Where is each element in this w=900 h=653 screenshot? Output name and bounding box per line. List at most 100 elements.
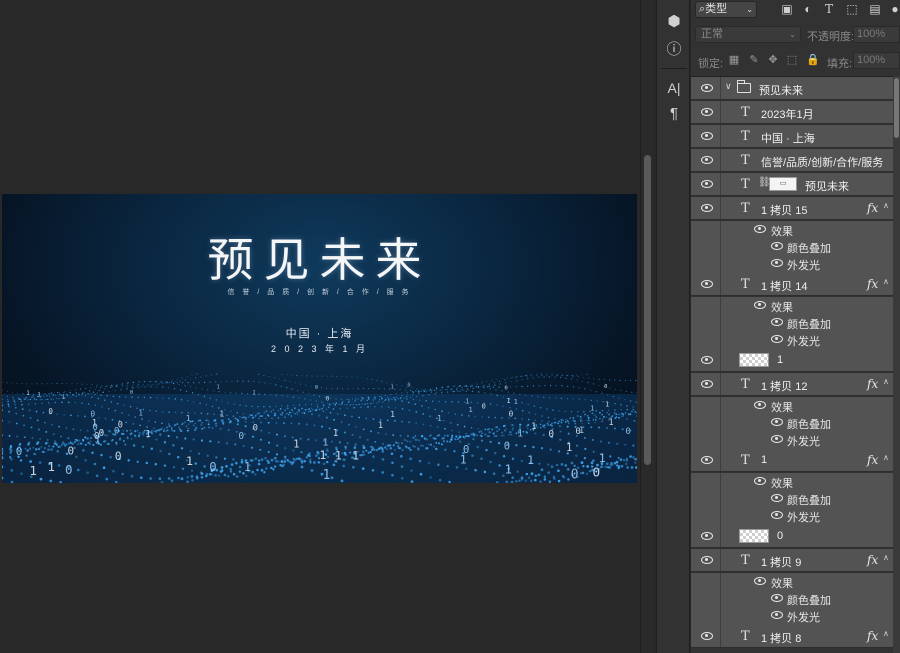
effects-row[interactable]: 效果 — [691, 297, 893, 314]
effect-item-row[interactable]: 外发光 — [691, 607, 893, 626]
effect-item-row[interactable]: 颜色叠加 — [691, 314, 893, 331]
eye-icon[interactable] — [754, 477, 766, 485]
visibility-toggle[interactable] — [691, 197, 721, 219]
layer-row[interactable]: T 1 fx ∧ — [691, 449, 893, 472]
shape-filter-icon[interactable]: ⬚ — [844, 1, 860, 17]
character-panel-icon[interactable]: A| — [663, 77, 685, 99]
eye-icon[interactable] — [771, 242, 783, 250]
layer-row[interactable]: T 1 拷贝 9 fx ∧ — [691, 549, 893, 572]
effects-row[interactable]: 效果 — [691, 397, 893, 414]
type-filter-icon[interactable]: T — [821, 1, 837, 17]
eye-icon[interactable] — [771, 494, 783, 502]
eye-icon[interactable] — [754, 577, 766, 585]
layer-group-row[interactable]: ∨ 预见未来 — [691, 77, 893, 100]
visibility-toggle[interactable] — [691, 173, 721, 195]
layer-row[interactable]: 0 — [691, 525, 893, 548]
lock-position-icon[interactable]: ✥ — [766, 53, 780, 67]
visibility-toggle[interactable] — [691, 149, 721, 171]
paragraph-icon[interactable]: ¶ — [663, 103, 685, 125]
chevron-up-icon[interactable]: ∧ — [883, 377, 889, 386]
fx-icon[interactable]: fx — [867, 629, 878, 643]
visibility-toggle[interactable] — [691, 625, 721, 647]
canvas-vertical-scrollbar[interactable] — [640, 0, 654, 653]
lock-all-icon[interactable]: 🔒 — [806, 53, 820, 67]
layer-row[interactable]: T 中国 · 上海 — [691, 125, 893, 148]
blend-mode-select[interactable]: 正常 ⌄ — [695, 26, 801, 43]
chevron-up-icon[interactable]: ∧ — [883, 201, 889, 210]
fx-icon[interactable]: fx — [867, 553, 878, 567]
chevron-up-icon[interactable]: ∧ — [883, 629, 889, 638]
layer-row[interactable]: T 2023年1月 — [691, 101, 893, 124]
eye-icon[interactable] — [754, 301, 766, 309]
info-icon[interactable]: ⓘ — [663, 39, 685, 61]
fx-icon[interactable]: fx — [867, 277, 878, 291]
layer-row[interactable]: T 1 拷贝 15 fx ∧ — [691, 197, 893, 220]
eye-icon[interactable] — [754, 225, 766, 233]
artboard-banner[interactable]: 0011101001010110100111100111011110100111… — [2, 194, 637, 483]
fx-icon[interactable]: fx — [867, 453, 878, 467]
fx-icon[interactable]: fx — [867, 201, 878, 215]
layer-row[interactable]: T ⛓ ▭ 预见未来 — [691, 173, 893, 196]
effect-item-row[interactable]: 颜色叠加 — [691, 238, 893, 255]
filter-toggle-icon[interactable]: ● — [887, 1, 900, 17]
adjustment-filter-icon[interactable]: ◐ — [800, 1, 816, 17]
eye-icon[interactable] — [771, 318, 783, 326]
fill-field[interactable]: 100% — [853, 52, 900, 69]
visibility-toggle[interactable] — [691, 77, 721, 99]
layer-row[interactable]: T 1 拷贝 8 fx ∧ — [691, 625, 893, 648]
visibility-toggle[interactable] — [691, 349, 721, 371]
chevron-up-icon[interactable]: ∧ — [883, 277, 889, 286]
eye-icon[interactable] — [771, 435, 783, 443]
effect-item-row[interactable]: 外发光 — [691, 255, 893, 274]
effects-row[interactable]: 效果 — [691, 573, 893, 590]
layer-row[interactable]: T 1 拷贝 14 fx ∧ — [691, 273, 893, 296]
smart-object-filter-icon[interactable]: ▤ — [867, 1, 883, 17]
chevron-up-icon[interactable]: ∧ — [883, 453, 889, 462]
lock-transparent-icon[interactable]: ▦ — [727, 53, 741, 67]
chevron-up-icon[interactable]: ∧ — [883, 553, 889, 562]
visibility-toggle[interactable] — [691, 101, 721, 123]
effect-item-row[interactable]: 外发光 — [691, 507, 893, 526]
effect-item-row[interactable]: 外发光 — [691, 431, 893, 450]
layer-row[interactable]: 1 — [691, 349, 893, 372]
lock-artboard-icon[interactable]: ⬚ — [785, 53, 799, 67]
visibility-toggle[interactable] — [691, 125, 721, 147]
effects-row[interactable]: 效果 — [691, 221, 893, 238]
document-canvas[interactable]: 0011101001010110100111100111011110100111… — [0, 0, 638, 653]
eye-icon[interactable] — [771, 418, 783, 426]
svg-text:0: 0 — [504, 441, 510, 453]
fx-icon[interactable]: fx — [867, 377, 878, 391]
visibility-toggle[interactable] — [691, 449, 721, 471]
layer-list: ∨ 预见未来 T 2023年1月 T 中国 · 上海 T 信誉/品质/创新/合作… — [691, 76, 900, 653]
effect-item-row[interactable]: 外发光 — [691, 331, 893, 350]
mask-thumbnail[interactable]: ▭ — [769, 177, 797, 191]
eye-icon[interactable] — [771, 335, 783, 343]
3d-cube-icon[interactable]: ⬢ — [663, 11, 685, 33]
eye-column — [691, 397, 721, 414]
visibility-toggle[interactable] — [691, 549, 721, 571]
eye-icon[interactable] — [771, 511, 783, 519]
effect-item-row[interactable]: 颜色叠加 — [691, 414, 893, 431]
effect-item-row[interactable]: 颜色叠加 — [691, 590, 893, 607]
effect-item-row[interactable]: 颜色叠加 — [691, 490, 893, 507]
visibility-toggle[interactable] — [691, 525, 721, 547]
svg-text:0: 0 — [505, 385, 508, 391]
opacity-field[interactable]: 100% — [853, 26, 900, 43]
layer-row[interactable]: T 1 拷贝 12 fx ∧ — [691, 373, 893, 396]
chevron-down-icon[interactable]: ∨ — [725, 81, 732, 92]
eye-icon[interactable] — [771, 259, 783, 267]
eye-icon[interactable] — [754, 401, 766, 409]
svg-text:1: 1 — [468, 405, 472, 414]
visibility-toggle[interactable] — [691, 273, 721, 295]
lock-paint-icon[interactable]: ✎ — [747, 53, 761, 67]
eye-icon[interactable] — [771, 594, 783, 602]
effects-row[interactable]: 效果 — [691, 473, 893, 490]
canvas-scroll-thumb[interactable] — [644, 155, 651, 465]
eye-icon[interactable] — [771, 611, 783, 619]
layers-scrollbar[interactable] — [893, 76, 900, 653]
visibility-toggle[interactable] — [691, 373, 721, 395]
layers-scroll-thumb[interactable] — [894, 78, 899, 138]
filter-type-select[interactable]: ⌕类型 ⌄ — [695, 1, 757, 18]
layer-row[interactable]: T 信誉/品质/创新/合作/服务 — [691, 149, 893, 172]
pixel-filter-icon[interactable]: ▣ — [779, 1, 795, 17]
